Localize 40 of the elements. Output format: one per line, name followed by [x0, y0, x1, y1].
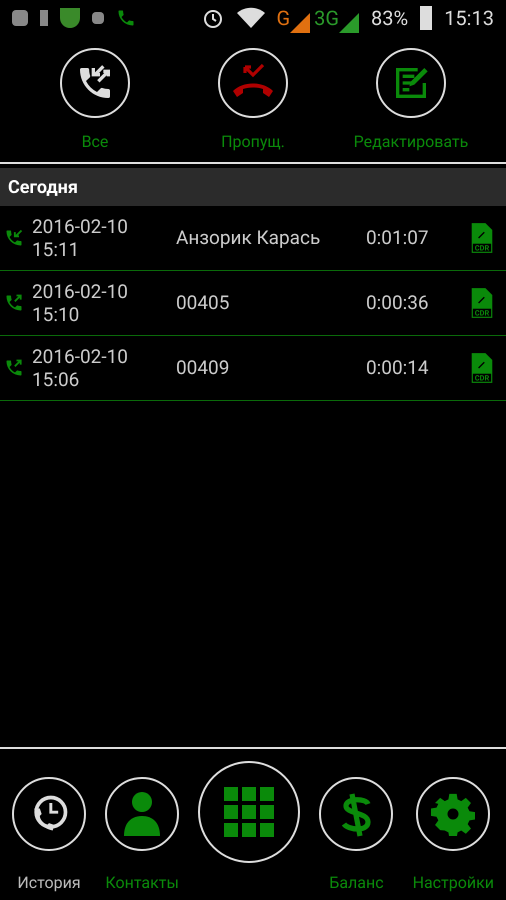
- nav-tab[interactable]: Настройки: [412, 777, 494, 895]
- call-duration: 0:01:07: [366, 224, 430, 251]
- call-duration: 0:00:36: [366, 290, 430, 316]
- section-header: Сегодня: [0, 168, 506, 206]
- person-icon: [122, 790, 162, 838]
- call-time: 15:10: [32, 303, 80, 326]
- nav-tab[interactable]: Контакты: [105, 777, 180, 895]
- nav-tab[interactable]: Баланс: [319, 777, 394, 895]
- network-type: G: [276, 5, 290, 32]
- outgoing-call-icon: [4, 293, 24, 313]
- filter-label[interactable]: Редактировать: [354, 130, 468, 154]
- dialpad-icon: [224, 787, 274, 837]
- clock: 15:13: [444, 5, 494, 32]
- signal-icon: [290, 13, 310, 33]
- wifi-icon: [236, 6, 265, 30]
- settings-icon: [431, 792, 476, 836]
- filter-button[interactable]: [60, 48, 130, 118]
- caller-name: 00409: [176, 354, 230, 381]
- call-time: 15:11: [32, 238, 80, 261]
- call-time: 15:06: [32, 368, 80, 391]
- filter-button[interactable]: [376, 48, 446, 118]
- dialpad-button[interactable]: [198, 761, 300, 863]
- phone-icon: [116, 8, 136, 28]
- call-date: 2016-02-10: [32, 280, 129, 303]
- caller-name: Анзорик Карась: [176, 224, 322, 251]
- nav-tab[interactable]: История: [12, 777, 86, 895]
- call-date: 2016-02-10: [32, 215, 129, 238]
- incoming-call-icon: [4, 228, 24, 248]
- filter-label[interactable]: Все: [82, 130, 108, 154]
- network-type: 3G: [314, 5, 340, 32]
- shield-icon: [60, 8, 80, 28]
- caller-name: 00405: [176, 290, 230, 316]
- signal-icon: [339, 13, 360, 33]
- filter-label[interactable]: Пропущ.: [221, 130, 285, 154]
- outgoing-call-icon: [4, 358, 24, 378]
- filter-button[interactable]: [218, 48, 288, 118]
- battery-level: 83%: [371, 5, 408, 32]
- call-duration: 0:00:14: [366, 354, 430, 381]
- battery-icon: [420, 6, 432, 30]
- call-date: 2016-02-10: [32, 345, 129, 368]
